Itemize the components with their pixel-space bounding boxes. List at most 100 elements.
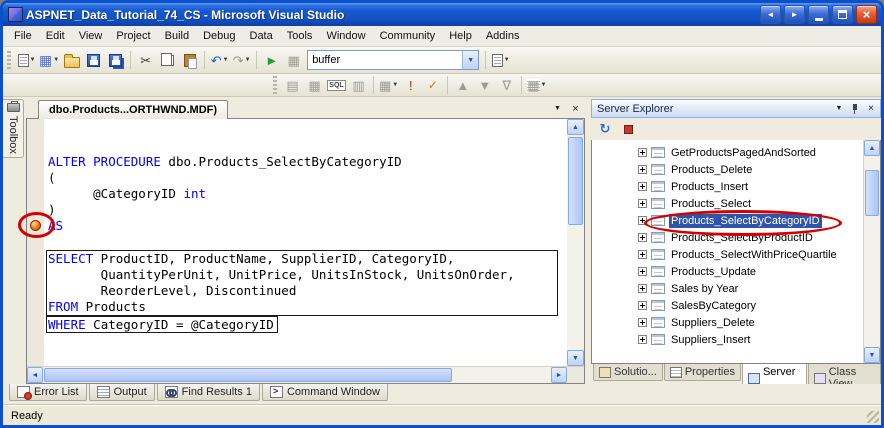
tree-scrollbar[interactable]: ▲ ▼ [863, 140, 880, 363]
dock-tab-output[interactable]: Output [89, 384, 155, 401]
expand-plus-icon[interactable] [638, 250, 647, 259]
sort-ascending-button[interactable]: ▲ [452, 74, 473, 96]
redo-button[interactable]: ↷▼ [231, 49, 252, 71]
stop-refresh-button[interactable] [618, 120, 638, 139]
breakpoint-dot[interactable] [30, 220, 41, 231]
breakpoint-gutter[interactable] [27, 119, 44, 366]
expand-plus-icon[interactable] [638, 233, 647, 242]
expand-plus-icon[interactable] [638, 148, 647, 157]
scroll-down-button[interactable]: ▼ [567, 350, 584, 366]
expand-plus-icon[interactable] [638, 199, 647, 208]
code-editor[interactable]: ALTER PROCEDURE dbo.Products_SelectByCat… [44, 119, 567, 366]
menu-item-build[interactable]: Build [158, 27, 196, 45]
sort-descending-button[interactable]: ▼ [474, 74, 495, 96]
tree-item-sales-by-year[interactable]: Sales by Year [592, 280, 863, 297]
scrollbar-track[interactable] [43, 367, 551, 383]
title-bar[interactable]: ASPNET_Data_Tutorial_74_CS - Microsoft V… [3, 3, 881, 26]
close-panel-button[interactable]: × [864, 102, 878, 116]
undo-button[interactable]: ↶▼ [209, 49, 230, 71]
expand-plus-icon[interactable] [638, 182, 647, 191]
expand-plus-icon[interactable] [638, 335, 647, 344]
tree-item-products-selectbycategoryid[interactable]: Products_SelectByCategoryID [592, 212, 863, 229]
verify-sql-button[interactable]: ✓ [422, 74, 443, 96]
save-button[interactable] [83, 49, 104, 71]
find-combobox-value[interactable]: buffer [308, 54, 462, 66]
add-item-button[interactable]: ▦▼ [38, 49, 60, 71]
refresh-button[interactable]: ↻ [595, 120, 615, 139]
tree-item-suppliers-insert[interactable]: Suppliers_Insert [592, 331, 863, 348]
dock-tab-command-window[interactable]: Command Window [262, 384, 388, 401]
expand-plus-icon[interactable] [638, 216, 647, 225]
scrollbar-thumb[interactable] [865, 170, 879, 216]
toolbox-tab[interactable]: Toolbox [3, 99, 24, 158]
show-results-pane-button[interactable]: ▥ [348, 74, 369, 96]
close-button[interactable]: × [856, 5, 877, 24]
expand-plus-icon[interactable] [638, 318, 647, 327]
expand-plus-icon[interactable] [638, 284, 647, 293]
tree-item-products-selectwithpricequartile[interactable]: Products_SelectWithPriceQuartile [592, 246, 863, 263]
window-position-button[interactable]: ▼ [832, 102, 846, 116]
dock-tab-error-list[interactable]: Error List [9, 384, 87, 401]
menu-item-addins[interactable]: Addins [479, 27, 527, 45]
tree-item-products-insert[interactable]: Products_Insert [592, 178, 863, 195]
tree-item-salesbycategory[interactable]: SalesByCategory [592, 297, 863, 314]
tree-item-suppliers-delete[interactable]: Suppliers_Delete [592, 314, 863, 331]
editor-horizontal-scrollbar[interactable]: ◄ ► [27, 367, 567, 383]
auto-hide-pin-button[interactable] [848, 102, 862, 116]
tree-item-products-update[interactable]: Products_Update [592, 263, 863, 280]
scrollbar-track[interactable] [567, 135, 584, 350]
menu-item-edit[interactable]: Edit [39, 27, 72, 45]
scroll-down-button[interactable]: ▼ [864, 347, 880, 363]
save-all-button[interactable] [105, 49, 126, 71]
scroll-up-button[interactable]: ▲ [567, 119, 584, 135]
find-button[interactable]: ▦ [283, 49, 304, 71]
filter-button[interactable]: ∇ [496, 74, 517, 96]
server-explorer-titlebar[interactable]: Server Explorer ▼ × [591, 99, 881, 118]
nav-right-button[interactable]: ► [784, 5, 805, 24]
properties-window-button[interactable]: ▦▼ [526, 74, 547, 96]
menu-item-help[interactable]: Help [442, 27, 479, 45]
open-file-button[interactable] [61, 49, 82, 71]
minimize-button[interactable] [808, 5, 829, 24]
expand-plus-icon[interactable] [638, 267, 647, 276]
menu-item-window[interactable]: Window [319, 27, 372, 45]
combobox-dropdown-button[interactable]: ▼ [462, 51, 478, 69]
find-combobox[interactable]: buffer ▼ [307, 50, 479, 70]
dock-tab-find-results-1[interactable]: Find Results 1 [157, 384, 260, 401]
nav-left-button[interactable]: ◄ [760, 5, 781, 24]
start-debug-button[interactable]: ► [261, 49, 282, 71]
scroll-up-button[interactable]: ▲ [864, 140, 880, 156]
editor-vertical-scrollbar[interactable]: ▲ ▼ [567, 119, 584, 366]
scrollbar-track[interactable] [864, 156, 880, 347]
paste-button[interactable] [179, 49, 200, 71]
expand-plus-icon[interactable] [638, 165, 647, 174]
execute-sql-button[interactable]: ! [400, 74, 421, 96]
expand-plus-icon[interactable] [638, 301, 647, 310]
menu-item-view[interactable]: View [72, 27, 110, 45]
toolbar-grip[interactable] [7, 51, 11, 69]
menu-item-project[interactable]: Project [109, 27, 157, 45]
toolbar-grip[interactable] [273, 76, 277, 94]
tree-item-products-selectbyproductid[interactable]: Products_SelectByProductID [592, 229, 863, 246]
menu-item-debug[interactable]: Debug [196, 27, 242, 45]
menu-item-community[interactable]: Community [373, 27, 443, 45]
menu-item-data[interactable]: Data [243, 27, 280, 45]
scrollbar-thumb[interactable] [44, 368, 452, 382]
tree-item-products-select[interactable]: Products_Select [592, 195, 863, 212]
menu-item-tools[interactable]: Tools [280, 27, 320, 45]
panel-tab-properties[interactable]: Properties [664, 364, 741, 381]
new-item-button[interactable]: ▼ [16, 49, 37, 71]
show-grid-pane-button[interactable]: ▦ [304, 74, 325, 96]
find-in-files-button[interactable]: ▼ [490, 49, 511, 71]
tree-item-getproductspagedandsorted[interactable]: GetProductsPagedAndSorted [592, 144, 863, 161]
tree-item-products-delete[interactable]: Products_Delete [592, 161, 863, 178]
show-sql-pane-button[interactable]: SQL [326, 74, 347, 96]
server-explorer-tree[interactable]: GetProductsPagedAndSortedProducts_Delete… [592, 140, 863, 363]
panel-tab-solutio[interactable]: Solutio... [593, 364, 663, 381]
copy-button[interactable] [157, 49, 178, 71]
scroll-right-button[interactable]: ► [551, 367, 567, 383]
scrollbar-thumb[interactable] [568, 137, 583, 225]
maximize-button[interactable] [832, 5, 853, 24]
document-tab[interactable]: dbo.Products...ORTHWND.MDF) [38, 100, 228, 119]
show-diagram-pane-button[interactable]: ▤ [282, 74, 303, 96]
